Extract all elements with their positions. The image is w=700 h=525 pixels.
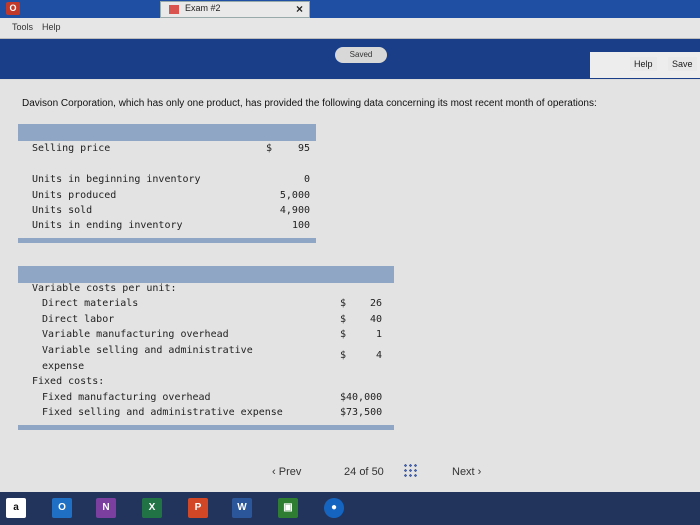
excel-icon[interactable]: X: [142, 498, 162, 518]
tab-exam[interactable]: Exam #2 ×: [160, 1, 310, 18]
selling-price-label: Selling price: [32, 143, 111, 154]
word-icon[interactable]: W: [232, 498, 252, 518]
cost-row-label: Direct labor: [42, 314, 115, 325]
table-row-label: Units in ending inventory: [32, 220, 183, 231]
outlook-icon[interactable]: O: [52, 498, 72, 518]
question-content: Davison Corporation, which has only one …: [0, 80, 700, 492]
fixed-costs-heading: Fixed costs:: [32, 376, 105, 387]
cost-row-label: Fixed manufacturing overhead: [42, 392, 211, 403]
app-icon[interactable]: O: [6, 2, 20, 15]
menu-help[interactable]: Help: [42, 22, 61, 32]
close-icon[interactable]: ×: [296, 2, 303, 16]
cost-row-value: 1: [376, 329, 383, 340]
table-row-label: Units in beginning inventory: [32, 174, 201, 185]
current-question: 24: [344, 466, 357, 478]
save-button[interactable]: Save: [668, 57, 697, 71]
table-row-label: Units sold: [32, 205, 93, 216]
of-label: of: [359, 466, 369, 478]
taskbar: a O N X P W ▣ ●: [0, 492, 700, 525]
amazon-icon[interactable]: a: [6, 498, 26, 518]
powerpoint-icon[interactable]: P: [188, 498, 208, 518]
cost-row-currency: $: [340, 350, 347, 361]
menu-tools[interactable]: Tools: [12, 22, 33, 32]
cost-row-label: Variable manufacturing overhead: [42, 329, 229, 340]
cost-row-currency: $: [340, 298, 347, 309]
cost-row-value: 40: [370, 314, 383, 325]
cost-row-label-cont: expense: [42, 361, 85, 372]
prev-label: Prev: [278, 466, 302, 478]
menu-bar: Tools Help: [0, 18, 700, 39]
chevron-right-icon: ›: [474, 466, 482, 478]
grid-icon[interactable]: [403, 463, 417, 477]
next-label: Next: [452, 466, 475, 478]
table-row-value: 4,900: [279, 205, 310, 216]
question-intro: Davison Corporation, which has only one …: [22, 98, 597, 109]
table-row-value: 5,000: [279, 190, 310, 201]
table-header-bar: [18, 124, 316, 141]
browser-icon[interactable]: ●: [324, 498, 344, 518]
table-header-bar: [18, 266, 394, 283]
selling-price-value: 95: [297, 143, 310, 154]
cost-row-currency: $: [340, 329, 347, 340]
cost-row-label: Variable selling and administrative: [42, 345, 253, 356]
cost-row-currency: $: [340, 314, 347, 325]
cost-row-value: $73,500: [340, 407, 383, 418]
cost-row-label: Direct materials: [42, 298, 139, 309]
next-button[interactable]: Next ›: [452, 466, 481, 478]
table-footer-bar: [18, 238, 316, 243]
table-row-value: 100: [291, 220, 310, 231]
onenote-icon[interactable]: N: [96, 498, 116, 518]
table-row-value: 0: [303, 174, 310, 185]
question-counter: 24 of 50: [344, 466, 384, 478]
cost-row-value: $40,000: [340, 392, 383, 403]
cost-row-label: Fixed selling and administrative expense: [42, 407, 283, 418]
tab-title: Exam #2: [185, 3, 221, 13]
title-bar: O Exam #2 ×: [0, 0, 700, 18]
document-icon: [169, 5, 179, 14]
table-row-label: Units produced: [32, 190, 117, 201]
variable-costs-heading: Variable costs per unit:: [32, 283, 177, 294]
help-button[interactable]: Help: [630, 57, 657, 71]
prev-button[interactable]: ‹ Prev: [272, 466, 301, 478]
store-icon[interactable]: ▣: [278, 498, 298, 518]
chevron-left-icon: ‹: [272, 466, 279, 478]
cost-row-value: 26: [370, 298, 383, 309]
table-footer-bar: [18, 425, 394, 430]
total-questions: 50: [371, 466, 384, 478]
data-table-costs: Variable costs per unit: Direct material…: [18, 266, 394, 432]
app-toolbar: Saved Help Save: [0, 39, 700, 79]
cost-row-value: 4: [376, 350, 383, 361]
saved-status: Saved: [335, 47, 387, 63]
